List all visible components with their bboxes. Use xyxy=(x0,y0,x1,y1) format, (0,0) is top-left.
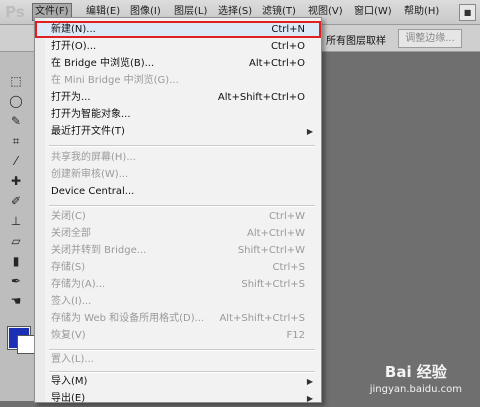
menu-item-export[interactable]: 导出(E) ▶ xyxy=(35,390,321,407)
menu-window[interactable]: 窗口(W) xyxy=(352,4,394,20)
submenu-arrow-icon: ▶ xyxy=(306,377,313,386)
menu-item-open-as-smart-object[interactable]: 打开为智能对象... xyxy=(35,106,321,123)
menu-item-create-review[interactable]: 创建新审核(W)... xyxy=(35,166,321,183)
menu-item-place[interactable]: 置入(L)... xyxy=(35,351,321,368)
eyedropper-tool-icon[interactable]: ⁄ xyxy=(6,152,26,170)
lasso-tool-icon[interactable]: ◯ xyxy=(6,92,26,110)
file-menu-dropdown: 新建(N)... Ctrl+N 打开(O)... Ctrl+O 在 Bridge… xyxy=(34,17,322,404)
menu-help[interactable]: 帮助(H) xyxy=(402,4,441,20)
menu-item-open-recent[interactable]: 最近打开文件(T) ▶ xyxy=(35,123,321,140)
tools-panel: ⬚ ◯ ✎ ⌗ ⁄ ✚ ✐ ⊥ ▱ ▮ ✒ ☚ xyxy=(0,52,36,401)
menu-item-share-screen[interactable]: 共享我的屏幕(H)... xyxy=(35,149,321,166)
healing-brush-tool-icon[interactable]: ✚ xyxy=(6,172,26,190)
menu-separator xyxy=(49,371,315,373)
gradient-tool-icon[interactable]: ▮ xyxy=(6,252,26,270)
quick-select-tool-icon[interactable]: ✎ xyxy=(6,112,26,130)
stamp-tool-icon[interactable]: ⊥ xyxy=(6,212,26,230)
window-control-button[interactable]: ■ xyxy=(459,4,476,21)
pen-tool-icon[interactable]: ✒ xyxy=(6,272,26,290)
menu-item-open[interactable]: 打开(O)... Ctrl+O xyxy=(35,38,321,55)
menu-item-close[interactable]: 关闭(C) Ctrl+W xyxy=(35,208,321,225)
menu-item-save[interactable]: 存储(S) Ctrl+S xyxy=(35,259,321,276)
brush-tool-icon[interactable]: ✐ xyxy=(6,192,26,210)
hand-tool-icon[interactable]: ☚ xyxy=(6,292,26,310)
menu-item-revert[interactable]: 恢复(V) F12 xyxy=(35,327,321,344)
photoshop-logo: Ps xyxy=(5,3,25,21)
refine-edge-button[interactable]: 调整边缘... xyxy=(398,29,462,48)
watermark-logo-text: Bai 经验 xyxy=(384,363,447,381)
watermark-url: jingyan.baidu.com xyxy=(369,384,462,395)
menu-item-open-as[interactable]: 打开为... Alt+Shift+Ctrl+O xyxy=(35,89,321,106)
baidu-jingyan-watermark: Bai 经验 jingyan.baidu.com xyxy=(370,361,462,395)
menu-item-save-as[interactable]: 存储为(A)... Shift+Ctrl+S xyxy=(35,276,321,293)
menu-separator xyxy=(49,205,315,207)
menu-item-close-all[interactable]: 关闭全部 Alt+Ctrl+W xyxy=(35,225,321,242)
submenu-arrow-icon: ▶ xyxy=(306,394,313,403)
menu-item-browse-in-mini-bridge[interactable]: 在 Mini Bridge 中浏览(G)... xyxy=(35,72,321,89)
menu-item-close-and-go-to-bridge[interactable]: 关闭并转到 Bridge... Shift+Ctrl+W xyxy=(35,242,321,259)
menu-item-check-in[interactable]: 签入(I)... xyxy=(35,293,321,310)
menu-separator xyxy=(49,349,315,351)
submenu-arrow-icon: ▶ xyxy=(306,127,313,136)
menu-separator xyxy=(49,145,315,147)
menu-item-import[interactable]: 导入(M) ▶ xyxy=(35,373,321,390)
crop-tool-icon[interactable]: ⌗ xyxy=(6,132,26,150)
menu-item-browse-in-bridge[interactable]: 在 Bridge 中浏览(B)... Alt+Ctrl+O xyxy=(35,55,321,72)
marquee-tool-icon[interactable]: ⬚ xyxy=(6,72,26,90)
menu-item-device-central[interactable]: Device Central... xyxy=(35,183,321,200)
menu-item-save-for-web[interactable]: 存储为 Web 和设备所用格式(D)... Alt+Shift+Ctrl+S xyxy=(35,310,321,327)
eraser-tool-icon[interactable]: ▱ xyxy=(6,232,26,250)
menu-item-new[interactable]: 新建(N)... Ctrl+N xyxy=(35,21,321,38)
sample-all-layers-label[interactable]: 所有图层取样 xyxy=(326,32,386,47)
